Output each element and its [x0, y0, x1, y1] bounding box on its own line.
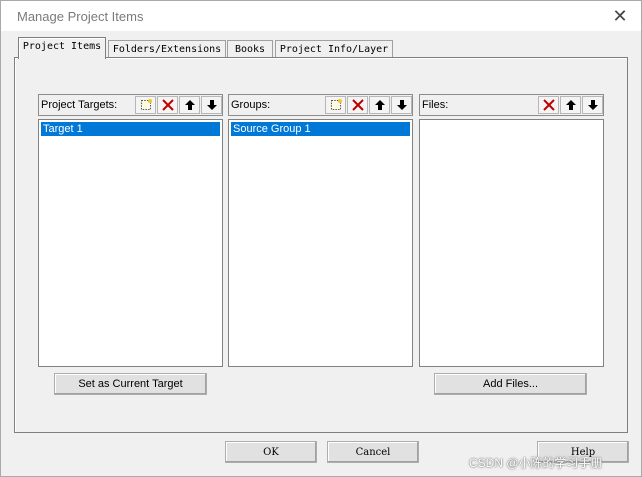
- close-icon[interactable]: ✕: [605, 3, 635, 29]
- move-up-icon: [184, 100, 195, 110]
- project-targets-group: Project Targets: Target 1: [38, 94, 223, 367]
- move-file-down-button[interactable]: [582, 96, 603, 114]
- set-current-target-button[interactable]: Set as Current Target: [54, 373, 207, 395]
- files-group: Files:: [419, 94, 604, 367]
- new-target-button[interactable]: [135, 96, 156, 114]
- groups-group: Groups: Source Group 1: [228, 94, 413, 367]
- tab-books[interactable]: Books: [227, 40, 273, 58]
- files-label: Files:: [422, 99, 449, 111]
- move-down-icon: [396, 100, 407, 110]
- new-item-icon: [330, 99, 342, 110]
- manage-project-items-dialog: Manage Project Items ✕ Project Items Fol…: [0, 0, 642, 477]
- project-targets-header: Project Targets:: [38, 94, 223, 116]
- delete-icon: [542, 99, 555, 111]
- delete-icon: [161, 99, 174, 111]
- tab-project-items[interactable]: Project Items: [18, 37, 106, 59]
- move-down-icon: [587, 100, 598, 110]
- delete-group-button[interactable]: [347, 96, 368, 114]
- groups-list[interactable]: Source Group 1: [228, 119, 413, 367]
- groups-header: Groups:: [228, 94, 413, 116]
- list-item[interactable]: Target 1: [41, 122, 220, 136]
- delete-icon: [351, 99, 364, 111]
- new-item-icon: [140, 99, 152, 110]
- move-target-down-button[interactable]: [201, 96, 222, 114]
- move-target-up-button[interactable]: [179, 96, 200, 114]
- project-targets-label: Project Targets:: [41, 99, 118, 111]
- files-header: Files:: [419, 94, 604, 116]
- title-bar: Manage Project Items ✕: [1, 1, 641, 31]
- move-group-down-button[interactable]: [391, 96, 412, 114]
- list-item[interactable]: Source Group 1: [231, 122, 410, 136]
- tab-folders-extensions[interactable]: Folders/Extensions: [108, 40, 226, 58]
- delete-target-button[interactable]: [157, 96, 178, 114]
- move-file-up-button[interactable]: [560, 96, 581, 114]
- new-group-button[interactable]: [325, 96, 346, 114]
- add-files-button[interactable]: Add Files...: [434, 373, 587, 395]
- watermark-text: CSDN @小陈的学习手册: [469, 456, 603, 470]
- move-up-icon: [565, 100, 576, 110]
- tab-project-info-layer[interactable]: Project Info/Layer: [275, 40, 393, 58]
- move-down-icon: [206, 100, 217, 110]
- files-list[interactable]: [419, 119, 604, 367]
- cancel-button[interactable]: Cancel: [327, 441, 419, 463]
- ok-button[interactable]: OK: [225, 441, 317, 463]
- groups-label: Groups:: [231, 99, 271, 111]
- delete-file-button[interactable]: [538, 96, 559, 114]
- move-group-up-button[interactable]: [369, 96, 390, 114]
- move-up-icon: [374, 100, 385, 110]
- window-title: Manage Project Items: [17, 9, 144, 24]
- project-targets-list[interactable]: Target 1: [38, 119, 223, 367]
